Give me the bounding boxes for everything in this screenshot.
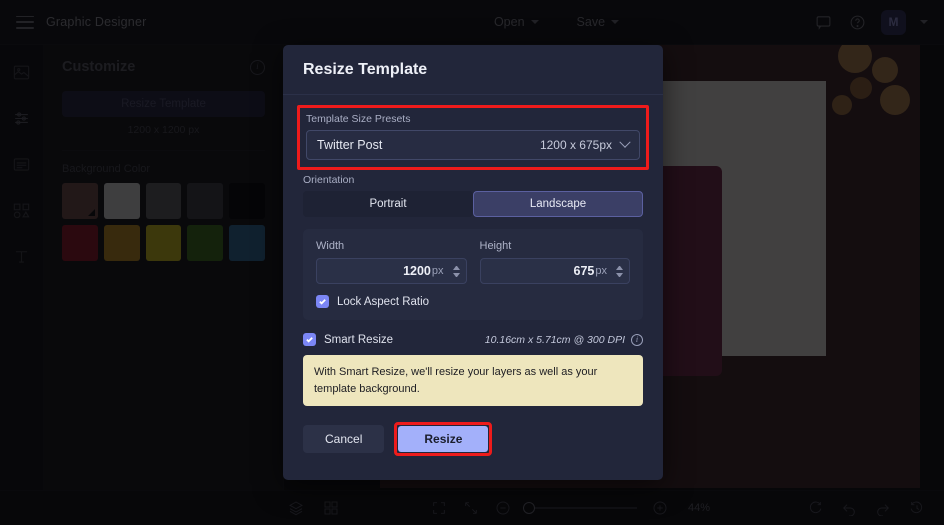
resize-button[interactable]: Resize [398, 426, 489, 452]
info-icon[interactable]: i [631, 333, 643, 346]
height-input[interactable]: 675 px [479, 258, 630, 284]
smart-resize-label: Smart Resize [324, 333, 394, 346]
height-label: Height [479, 240, 512, 252]
height-stepper[interactable] [616, 265, 623, 277]
stepper-down-icon[interactable] [452, 272, 460, 277]
smart-resize-checkbox[interactable] [303, 333, 316, 346]
chevron-down-icon [619, 136, 631, 148]
dialog-body: Template Size Presets Twitter Post 1200 … [283, 95, 663, 456]
lock-aspect-ratio-row[interactable]: Lock Aspect Ratio [316, 295, 630, 308]
smart-resize-notice: With Smart Resize, we'll resize your lay… [303, 355, 643, 406]
height-column: Height 675 px [479, 240, 630, 284]
resize-highlight-box: Resize [394, 422, 493, 456]
dialog-title: Resize Template [303, 60, 428, 78]
stepper-up-icon[interactable] [452, 265, 460, 270]
width-value: 1200 [403, 264, 431, 278]
dialog-actions: Cancel Resize [303, 422, 643, 456]
preset-highlight-box: Template Size Presets Twitter Post 1200 … [297, 105, 649, 170]
orientation-landscape-label: Landscape [529, 198, 587, 210]
stepper-down-icon[interactable] [616, 272, 623, 277]
lock-aspect-ratio-label: Lock Aspect Ratio [337, 295, 430, 308]
preset-label: Template Size Presets [306, 113, 411, 125]
template-preset-select[interactable]: Twitter Post 1200 x 675px [306, 130, 640, 160]
dpi-info-group: 10.16cm x 5.71cm @ 300 DPI i [484, 333, 643, 346]
stepper-up-icon[interactable] [616, 265, 623, 270]
resize-template-dialog: Resize Template Template Size Presets Tw… [283, 45, 663, 480]
dimensions-card: Width 1200 px Height 675 px Lock Aspect … [303, 229, 643, 320]
orientation-landscape-button[interactable]: Landscape [473, 191, 643, 217]
dimensions-row: Width 1200 px Height 675 px [316, 240, 630, 284]
height-value: 675 [573, 264, 595, 278]
orientation-toggle: Portrait Landscape [303, 191, 643, 217]
width-label: Width [316, 240, 345, 252]
orientation-portrait-button[interactable]: Portrait [303, 191, 473, 217]
width-input[interactable]: 1200 px [316, 258, 467, 284]
smart-resize-row: Smart Resize 10.16cm x 5.71cm @ 300 DPI … [303, 333, 643, 346]
cancel-button[interactable]: Cancel [303, 425, 385, 453]
dialog-header: Resize Template [283, 45, 663, 95]
width-column: Width 1200 px [316, 240, 467, 284]
height-unit: px [595, 265, 607, 277]
orientation-label: Orientation [303, 174, 355, 186]
width-stepper[interactable] [452, 265, 460, 277]
width-unit: px [431, 265, 444, 277]
preset-selected-name: Twitter Post [317, 138, 383, 152]
lock-aspect-ratio-checkbox[interactable] [316, 295, 329, 308]
dpi-text: 10.16cm x 5.71cm @ 300 DPI [484, 333, 625, 346]
preset-selected-size: 1200 x 675px [539, 138, 612, 152]
orientation-portrait-label: Portrait [369, 198, 407, 210]
app-root: Graphic Designer Open Save M [0, 0, 944, 525]
